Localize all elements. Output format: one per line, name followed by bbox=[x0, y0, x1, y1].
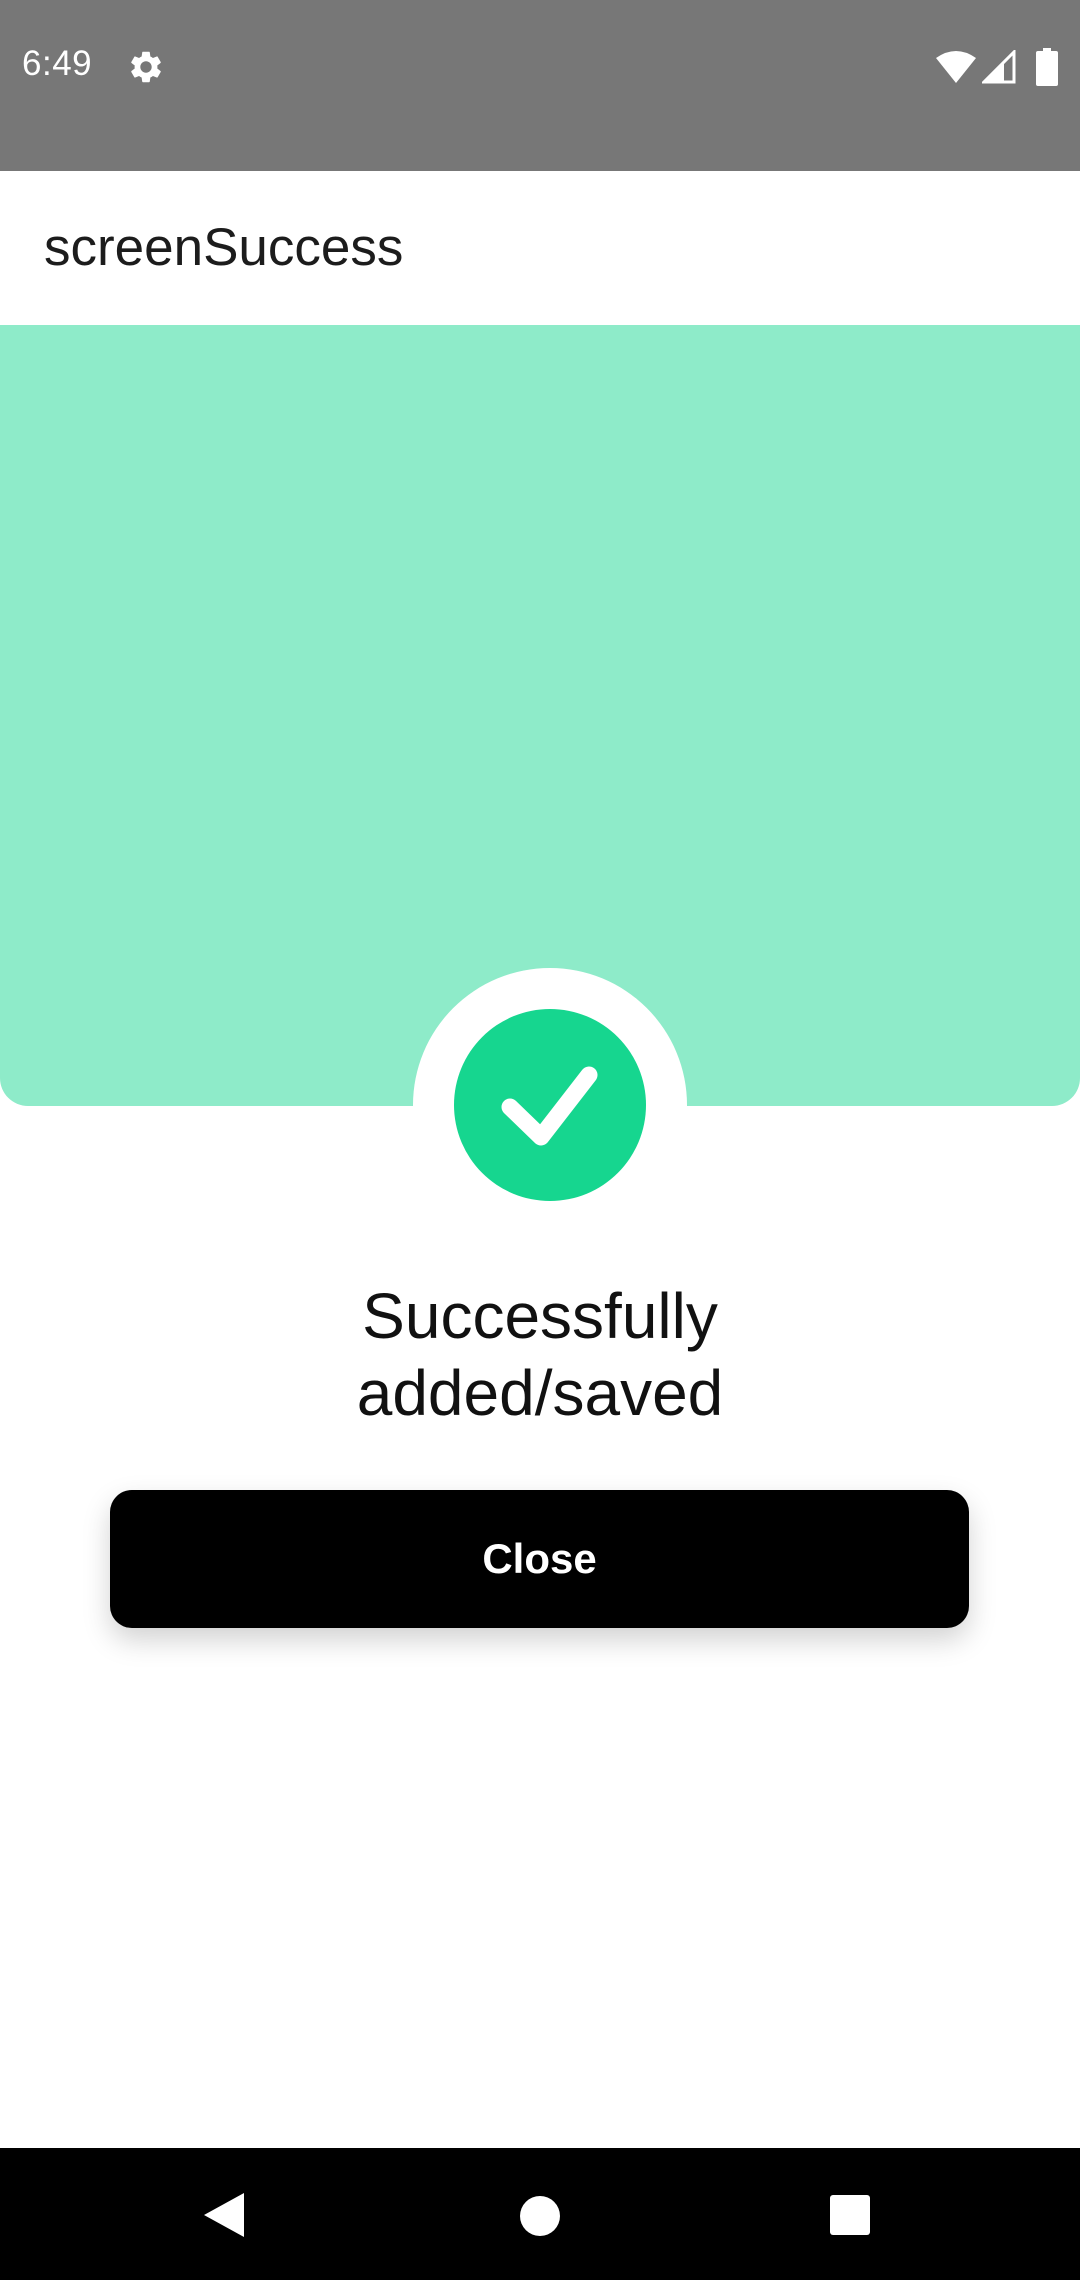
recents-icon[interactable] bbox=[829, 2194, 871, 2236]
success-message: Successfully added/saved bbox=[190, 1278, 890, 1432]
wifi-icon bbox=[936, 51, 976, 83]
status-time: 6:49 bbox=[22, 44, 93, 83]
back-icon[interactable] bbox=[202, 2191, 246, 2239]
app-bar: screenSuccess bbox=[0, 171, 1080, 325]
success-message-line-2: added/saved bbox=[356, 1357, 724, 1429]
home-icon[interactable] bbox=[519, 2195, 561, 2237]
success-screen: 6:49 screenSuccess Successfully added/sa… bbox=[0, 0, 1080, 2280]
success-message-line-1: Successfully bbox=[362, 1280, 718, 1352]
signal-icon bbox=[982, 50, 1016, 84]
check-icon bbox=[501, 1066, 598, 1146]
close-button-label: Close bbox=[482, 1535, 597, 1582]
settings-icon bbox=[131, 51, 161, 83]
system-nav-bar bbox=[0, 2148, 1080, 2280]
close-button[interactable]: Close bbox=[110, 1490, 969, 1628]
page-title: screenSuccess bbox=[44, 218, 404, 277]
status-bar: 6:49 bbox=[0, 0, 1080, 171]
battery-icon bbox=[1036, 48, 1058, 86]
